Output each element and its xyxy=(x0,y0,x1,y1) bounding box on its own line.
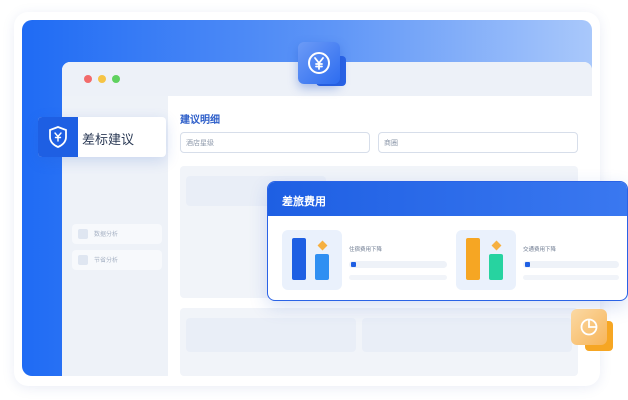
lodging-chart-tile xyxy=(282,230,342,290)
sidebar-item-icon xyxy=(78,255,88,265)
pie-chart-icon xyxy=(571,309,607,345)
content-placeholder xyxy=(362,318,572,352)
lodging-bar-before xyxy=(292,238,306,280)
placeholder-line xyxy=(349,275,447,280)
transport-chart-tile xyxy=(456,230,516,290)
sidebar-item-icon xyxy=(78,229,88,239)
page-title: 建议明细 xyxy=(180,115,220,126)
transport-stat-label: 交通费用下降 xyxy=(523,247,557,253)
ribbon-label: 差标建议 xyxy=(82,132,135,147)
business-district-field-label: 商圈 xyxy=(384,140,398,147)
sidebar-item-label: 节省分析 xyxy=(94,258,119,264)
card-header: 差旅费用 xyxy=(268,182,627,216)
maximize-window-dot[interactable] xyxy=(112,75,120,83)
transport-progress-track xyxy=(523,261,619,268)
business-district-field[interactable]: 商圈 xyxy=(378,132,578,153)
shield-icon-container xyxy=(38,117,78,157)
recommendation-ribbon[interactable]: 差标建议 xyxy=(38,117,166,157)
sidebar-item-data-analysis[interactable]: 数据分析 xyxy=(72,224,162,244)
lodging-progress-track xyxy=(349,261,447,268)
hotel-level-field[interactable]: 酒店星级 xyxy=(180,132,370,153)
sidebar-item-savings-analysis[interactable]: 节省分析 xyxy=(72,250,162,270)
yen-badge xyxy=(298,42,346,86)
travel-expense-card[interactable]: 差旅费用 住宿费用下降 交通费用下降 xyxy=(267,181,628,301)
transport-progress-fill xyxy=(525,262,530,267)
close-window-dot[interactable] xyxy=(84,75,92,83)
hotel-level-field-label: 酒店星级 xyxy=(186,140,214,147)
transport-bar-before xyxy=(466,238,480,280)
content-placeholder xyxy=(186,318,356,352)
diamond-icon xyxy=(317,240,328,251)
sidebar-item-label: 数据分析 xyxy=(94,232,119,238)
lodging-stat-label: 住宿费用下降 xyxy=(349,247,383,253)
transport-bar-after xyxy=(489,254,503,280)
pie-badge xyxy=(571,309,613,351)
lodging-bar-after xyxy=(315,254,329,280)
diamond-icon xyxy=(491,240,502,251)
placeholder-line xyxy=(523,275,619,280)
minimize-window-dot[interactable] xyxy=(98,75,106,83)
yen-coin-icon xyxy=(298,42,340,84)
lodging-progress-fill xyxy=(351,262,356,267)
yen-shield-icon xyxy=(49,126,67,148)
card-title: 差旅费用 xyxy=(282,196,326,208)
